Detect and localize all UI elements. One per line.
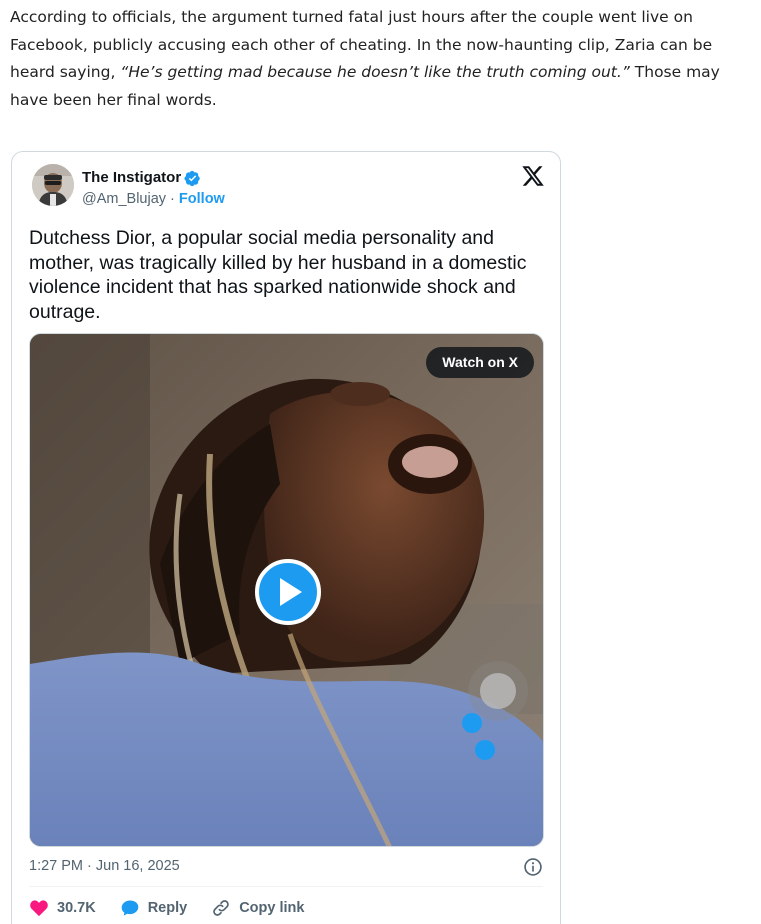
link-icon — [213, 900, 229, 916]
x-logo-icon[interactable] — [521, 164, 545, 188]
video-thumbnail[interactable]: Watch on X — [29, 333, 544, 847]
handle-line: @Am_Blujay · Follow — [82, 191, 225, 207]
tweet-actions: 30.7K Reply Copy link — [29, 896, 328, 920]
article-paragraph: According to officials, the argument tur… — [10, 4, 750, 114]
avatar[interactable] — [32, 164, 74, 206]
divider — [29, 886, 543, 887]
article-quote: “He’s getting mad because he doesn’t lik… — [120, 63, 630, 81]
watch-on-x-button[interactable]: Watch on X — [426, 347, 534, 378]
reply-button[interactable]: Reply — [120, 898, 188, 918]
separator: · — [166, 191, 179, 207]
play-icon[interactable] — [255, 559, 321, 625]
info-icon[interactable] — [523, 857, 543, 877]
like-count: 30.7K — [57, 900, 96, 916]
copy-link-label: Copy link — [239, 900, 305, 916]
tweet-text: Dutchess Dior, a popular social media pe… — [29, 227, 527, 323]
tweet-timestamp[interactable]: 1:27 PM · Jun 16, 2025 — [29, 858, 180, 874]
embedded-tweet: The Instigator @Am_Blujay · Follow Dutch… — [11, 151, 561, 924]
author-name[interactable]: The Instigator — [82, 169, 181, 186]
reply-bubble-icon — [121, 900, 139, 916]
verified-badge-icon — [184, 170, 200, 187]
copy-link-button[interactable]: Copy link — [211, 898, 304, 918]
heart-icon — [30, 900, 48, 917]
follow-button[interactable]: Follow — [179, 191, 225, 207]
like-button[interactable]: 30.7K — [29, 898, 96, 918]
reply-label: Reply — [147, 900, 188, 916]
author-handle[interactable]: @Am_Blujay — [82, 191, 166, 207]
